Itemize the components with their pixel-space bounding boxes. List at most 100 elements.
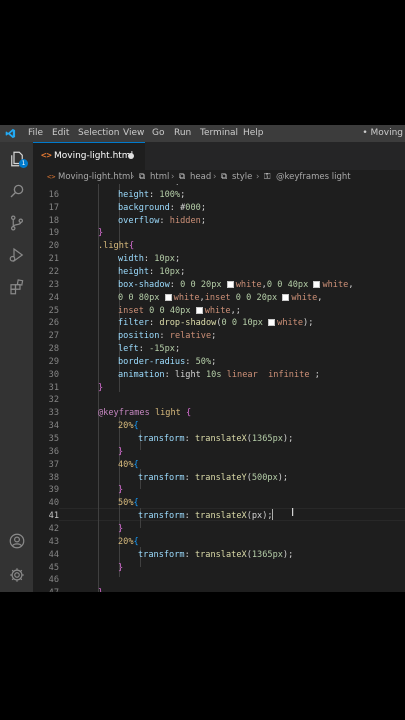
- code-text: left: -15px;: [118, 344, 181, 355]
- code-line[interactable]: 41 transform: translateX(px);: [33, 510, 405, 523]
- extensions-icon[interactable]: [6, 276, 27, 297]
- code-line[interactable]: 19}: [33, 227, 405, 240]
- html-file-icon: <>: [47, 173, 56, 181]
- color-swatch[interactable]: [282, 293, 290, 301]
- code-line[interactable]: 32: [33, 394, 405, 407]
- code-line[interactable]: 29 border-radius: 50%;: [33, 356, 405, 369]
- html-file-icon: <>: [41, 151, 52, 161]
- line-number: 40: [48, 498, 59, 509]
- code-line[interactable]: 36}: [33, 446, 405, 459]
- code-line[interactable]: 28 left: -15px;: [33, 343, 405, 356]
- code-text: @keyframes light {: [98, 408, 192, 419]
- element-icon: ⧉: [179, 172, 186, 182]
- code-line[interactable]: 31}: [33, 382, 405, 395]
- code-text: transform: translateY(500px);: [138, 472, 289, 483]
- code-text: 0 0 80px white,inset 0 0 20px white,: [118, 292, 323, 303]
- code-line[interactable]: 43 20%{: [33, 536, 405, 549]
- line-number: 32: [48, 395, 59, 406]
- line-number: 42: [48, 523, 59, 534]
- code-line[interactable]: 39}: [33, 484, 405, 497]
- code-text: 20%{: [118, 421, 139, 432]
- line-number: 44: [48, 549, 59, 560]
- code-text: 20%{: [118, 536, 139, 547]
- line-number: 22: [48, 266, 59, 277]
- code-line[interactable]: 24 0 0 80px white,inset 0 0 20px white,: [33, 292, 405, 305]
- code-editor[interactable]: 15width: 100%;16height: 100%;17backgroun…: [33, 184, 405, 592]
- code-text: overflow: hidden;: [118, 215, 206, 226]
- code-line[interactable]: 45}: [33, 562, 405, 575]
- breadcrumb: <> Moving-light.html › ⧉ html › ⧉ head ›…: [33, 170, 405, 184]
- code-line[interactable]: 18 overflow: hidden;: [33, 215, 405, 228]
- line-number: 27: [48, 331, 59, 342]
- code-line[interactable]: 34 20%{: [33, 420, 405, 433]
- account-icon[interactable]: [6, 530, 27, 551]
- code-line[interactable]: 46: [33, 574, 405, 587]
- menu-selection[interactable]: Selection: [78, 128, 119, 139]
- vscode-logo-icon: [5, 128, 16, 139]
- code-text: 40%{: [118, 459, 139, 470]
- code-line[interactable]: 20 .light{: [33, 240, 405, 253]
- element-icon: ⧉: [221, 172, 228, 182]
- color-swatch[interactable]: [195, 306, 203, 314]
- line-number: 20: [48, 241, 59, 252]
- code-line[interactable]: 38 transform: translateY(500px);: [33, 472, 405, 485]
- code-line[interactable]: 40 50%{: [33, 497, 405, 510]
- color-swatch[interactable]: [164, 293, 172, 301]
- color-swatch[interactable]: [313, 280, 321, 288]
- explorer-icon[interactable]: 1: [6, 148, 28, 169]
- code-line[interactable]: 47}: [33, 587, 405, 592]
- explorer-badge: 1: [19, 159, 28, 168]
- code-line[interactable]: 44 transform: translateX(1365px);: [33, 549, 405, 562]
- color-swatch[interactable]: [268, 319, 276, 327]
- menu-edit[interactable]: Edit: [52, 128, 69, 139]
- menu-help[interactable]: Help: [243, 128, 264, 139]
- code-line[interactable]: 37 40%{: [33, 459, 405, 472]
- breadcrumb-html[interactable]: html: [150, 171, 169, 183]
- breadcrumb-style[interactable]: style: [232, 171, 252, 183]
- code-line[interactable]: 21 width: 10px;: [33, 253, 405, 266]
- code-text: inset 0 0 40px white,;: [118, 305, 241, 316]
- color-swatch[interactable]: [226, 280, 234, 288]
- code-line[interactable]: 42}: [33, 523, 405, 536]
- line-number: 37: [48, 459, 59, 470]
- code-line[interactable]: 25 inset 0 0 40px white,;: [33, 305, 405, 318]
- settings-gear-icon[interactable]: [6, 564, 27, 585]
- breadcrumb-file[interactable]: Moving-light.html: [58, 171, 133, 183]
- code-line[interactable]: 30 animation: light 10s linear infinite ;: [33, 369, 405, 382]
- code-line[interactable]: 23 box-shadow: 0 0 20px white,0 0 40px wh…: [33, 279, 405, 292]
- breadcrumb-head[interactable]: head: [190, 171, 211, 183]
- line-number: 29: [48, 356, 59, 367]
- chevron-right-icon: ›: [131, 172, 135, 182]
- line-number: 18: [48, 215, 59, 226]
- tab-moving-light[interactable]: <> Moving-light.html: [33, 142, 145, 170]
- text-cursor: [272, 509, 273, 520]
- menu-go[interactable]: Go: [152, 128, 164, 139]
- code-text: }: [98, 382, 104, 393]
- mouse-ibeam-icon: I: [291, 506, 295, 519]
- vscode-window: File Edit Selection View Go Run Terminal…: [0, 125, 405, 592]
- menu-file[interactable]: File: [28, 128, 43, 139]
- code-line[interactable]: 16 height: 100%;: [33, 189, 405, 202]
- menu-view[interactable]: View: [123, 128, 144, 139]
- code-line[interactable]: 27 position: relative;: [33, 330, 405, 343]
- code-line[interactable]: 33 @keyframes light {: [33, 407, 405, 420]
- code-text: }: [118, 562, 124, 573]
- source-control-icon[interactable]: [6, 212, 27, 233]
- code-line[interactable]: 17 background: #000;: [33, 202, 405, 215]
- element-icon: ⧉: [139, 172, 146, 182]
- code-line[interactable]: 26 filter: drop-shadow(0 0 10px white);: [33, 317, 405, 330]
- line-number: 39: [48, 485, 59, 496]
- menu-run[interactable]: Run: [174, 128, 191, 139]
- search-icon[interactable]: [6, 180, 27, 201]
- menu-terminal[interactable]: Terminal: [200, 128, 238, 139]
- code-text: }: [118, 446, 124, 457]
- unsaved-dot-icon[interactable]: [128, 153, 134, 159]
- code-text: transform: translateX(1365px);: [138, 549, 294, 560]
- run-debug-icon[interactable]: [6, 244, 27, 265]
- code-line[interactable]: 22 height: 10px;: [33, 266, 405, 279]
- code-text: }: [98, 587, 103, 592]
- code-text: background: #000;: [118, 202, 206, 213]
- code-line[interactable]: 35 transform: translateX(1365px);: [33, 433, 405, 446]
- breadcrumb-keyframes[interactable]: @keyframes light: [276, 171, 351, 183]
- line-number: 28: [48, 344, 59, 355]
